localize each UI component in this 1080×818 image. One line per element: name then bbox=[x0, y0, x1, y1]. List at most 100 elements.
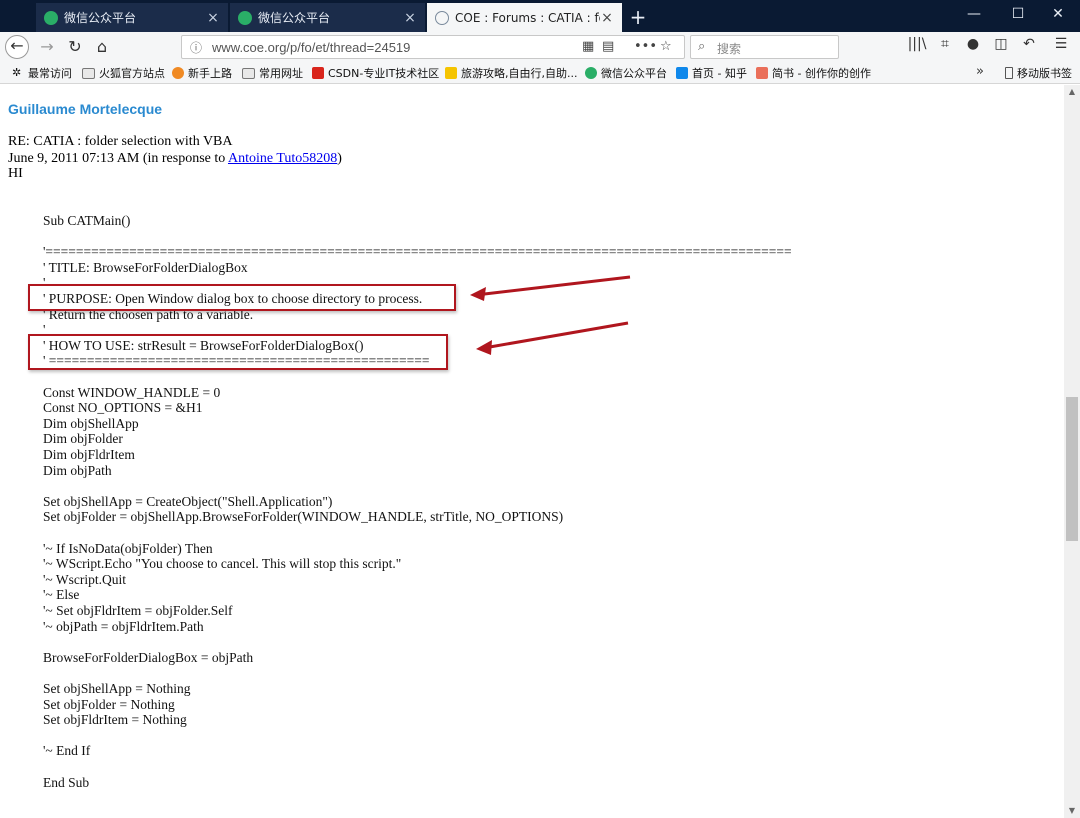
post-author[interactable]: Guillaume Mortelecque bbox=[8, 101, 162, 117]
home-button[interactable]: ⌂ bbox=[90, 35, 114, 59]
code-line: Dim objFolder bbox=[43, 431, 123, 447]
minimize-button[interactable]: — bbox=[954, 6, 994, 22]
code-line: '~ If IsNoData(objFolder) Then bbox=[43, 540, 213, 556]
info-icon[interactable]: ⓘ bbox=[190, 39, 202, 56]
post-date-line: June 9, 2011 07:13 AM (in response to An… bbox=[8, 151, 342, 167]
code-line: Set objFldrItem = Nothing bbox=[43, 712, 187, 728]
bookmark-label: 常用网址 bbox=[259, 67, 303, 80]
new-tab-button[interactable]: + bbox=[626, 5, 650, 29]
bookmark-item[interactable]: 火狐官方站点 bbox=[82, 65, 165, 81]
csdn-icon bbox=[312, 67, 324, 79]
search-placeholder: 搜索 bbox=[717, 42, 742, 56]
sidebar-icon[interactable]: ◫ bbox=[990, 36, 1012, 52]
code-line: ' TITLE: BrowseForFolderDialogBox bbox=[43, 259, 248, 275]
page-actions-icon[interactable]: ••• bbox=[634, 39, 657, 54]
code-line: BrowseForFolderDialogBox = objPath bbox=[43, 649, 254, 665]
wechat-icon bbox=[238, 10, 252, 25]
post-greeting: HI bbox=[8, 166, 23, 181]
code-line: Set objFolder = Nothing bbox=[43, 696, 175, 712]
bookmark-item[interactable]: 微信公众平台 bbox=[585, 65, 667, 81]
close-tab-icon[interactable]: × bbox=[403, 10, 417, 26]
folder-icon bbox=[82, 67, 95, 79]
post-subject: RE: CATIA : folder selection with VBA bbox=[8, 134, 233, 149]
back-button[interactable]: ← bbox=[5, 35, 29, 59]
maximize-button[interactable]: ☐ bbox=[998, 6, 1038, 22]
search-icon: ⌕ bbox=[698, 39, 706, 54]
menu-icon[interactable]: ☰ bbox=[1050, 36, 1072, 52]
bookmark-label: 火狐官方站点 bbox=[99, 67, 165, 80]
wechat-icon bbox=[585, 67, 597, 79]
code-line: Dim objPath bbox=[43, 462, 112, 478]
vertical-scrollbar[interactable]: ▲ ▼ bbox=[1064, 85, 1080, 818]
screenshot-icon[interactable]: ⌗ bbox=[934, 36, 956, 52]
code-line: Sub CATMain() bbox=[43, 213, 131, 228]
code-line: '~ Else bbox=[43, 587, 80, 603]
phone-icon bbox=[1005, 67, 1013, 79]
close-tab-icon[interactable]: × bbox=[600, 10, 614, 26]
close-window-button[interactable]: ✕ bbox=[1038, 6, 1078, 22]
post-date-suffix: ) bbox=[337, 151, 342, 166]
url-bar[interactable]: ⓘ www.coe.org/p/fo/et/thread=24519 ▦ ▤ •… bbox=[181, 35, 685, 59]
undo-icon[interactable]: ↶ bbox=[1018, 36, 1040, 52]
scrollbar-thumb[interactable] bbox=[1066, 397, 1078, 541]
arrowhead-purpose bbox=[470, 287, 486, 301]
globe-icon bbox=[435, 10, 449, 25]
code-line: Set objShellApp = CreateObject("Shell.Ap… bbox=[43, 493, 333, 509]
tab-wechat-2[interactable]: 微信公众平台 × bbox=[230, 3, 426, 32]
scroll-up-arrow[interactable]: ▲ bbox=[1064, 85, 1080, 99]
bookmark-item[interactable]: 常用网址 bbox=[242, 65, 303, 81]
bookmarks-overflow-chevron[interactable]: » bbox=[976, 64, 984, 79]
code-line: Const WINDOW_HANDLE = 0 bbox=[43, 384, 221, 400]
qr-code-icon[interactable]: ▦ bbox=[582, 39, 594, 54]
bookmark-label: 新手上路 bbox=[188, 67, 232, 80]
arrow-to-purpose bbox=[475, 275, 631, 297]
in-response-to-link[interactable]: Antoine Tuto58208 bbox=[228, 151, 337, 166]
scroll-down-arrow[interactable]: ▼ bbox=[1064, 804, 1080, 818]
code-line: '~ End If bbox=[43, 743, 91, 759]
zhihu-icon bbox=[676, 67, 688, 79]
arrowhead-how-to-use bbox=[476, 340, 492, 355]
bookmark-label: 简书 - 创作你的创作 bbox=[772, 67, 871, 80]
code-line: End Sub bbox=[43, 774, 90, 790]
tab-coe-forum[interactable]: COE : Forums : CATIA : folder × bbox=[427, 3, 623, 32]
bookmark-item[interactable]: CSDN-专业IT技术社区 bbox=[312, 65, 439, 81]
reload-button[interactable]: ↻ bbox=[63, 35, 87, 59]
code-line: '~ WScript.Echo "You choose to cancel. T… bbox=[43, 556, 402, 572]
close-tab-icon[interactable]: × bbox=[206, 10, 220, 26]
post-date: June 9, 2011 07:13 AM (in response to bbox=[8, 151, 228, 166]
code-line: Const NO_OPTIONS = &H1 bbox=[43, 400, 203, 416]
code-line: '~ objPath = objFldrItem.Path bbox=[43, 618, 204, 634]
highlight-box-purpose bbox=[28, 284, 456, 311]
highlight-box-how-to-use bbox=[28, 334, 448, 370]
bookmark-item[interactable]: ✲ 最常访问 bbox=[12, 65, 72, 81]
mobile-bookmarks-label: 移动版书签 bbox=[1017, 67, 1072, 80]
code-line: Set objFolder = objShellApp.BrowseForFol… bbox=[43, 509, 564, 525]
library-icon[interactable]: |||\ bbox=[906, 36, 928, 52]
tab-wechat-1[interactable]: 微信公众平台 × bbox=[36, 3, 229, 32]
mobile-bookmarks[interactable]: 移动版书签 bbox=[1005, 65, 1072, 81]
chat-icon[interactable]: ● bbox=[962, 36, 984, 52]
bookmark-item[interactable]: 首页 - 知乎 bbox=[676, 65, 747, 81]
bookmark-label: 旅游攻略,自由行,自助... bbox=[461, 67, 578, 80]
url-text[interactable]: www.coe.org/p/fo/et/thread=24519 bbox=[212, 40, 410, 55]
tab-strip: 微信公众平台 × 微信公众平台 × COE : Forums : CATIA :… bbox=[0, 0, 1080, 32]
gear-icon: ✲ bbox=[12, 66, 22, 79]
bookmark-label: 最常访问 bbox=[28, 67, 72, 80]
bookmark-item[interactable]: 新手上路 bbox=[172, 65, 232, 81]
search-box[interactable]: ⌕ 搜索 bbox=[690, 35, 839, 59]
mafengwo-icon bbox=[445, 67, 457, 79]
code-line: Dim objFldrItem bbox=[43, 447, 135, 462]
code-line: '~ Wscript.Quit bbox=[43, 571, 126, 587]
forward-button[interactable]: → bbox=[35, 35, 59, 59]
bookmark-item[interactable]: 旅游攻略,自由行,自助... bbox=[445, 65, 577, 81]
bookmark-star-icon[interactable]: ☆ bbox=[660, 39, 672, 54]
code-line: '=======================================… bbox=[43, 244, 792, 260]
annotation-arrows bbox=[470, 275, 631, 355]
bookmark-label: 首页 - 知乎 bbox=[692, 67, 747, 80]
folder-icon bbox=[242, 67, 255, 79]
firefox-icon bbox=[172, 67, 184, 79]
reader-view-icon[interactable]: ▤ bbox=[602, 39, 614, 54]
tab-title: COE : Forums : CATIA : folder bbox=[455, 10, 600, 25]
code-line: Dim objShellApp bbox=[43, 415, 139, 431]
bookmark-item[interactable]: 简书 - 创作你的创作 bbox=[756, 65, 871, 81]
